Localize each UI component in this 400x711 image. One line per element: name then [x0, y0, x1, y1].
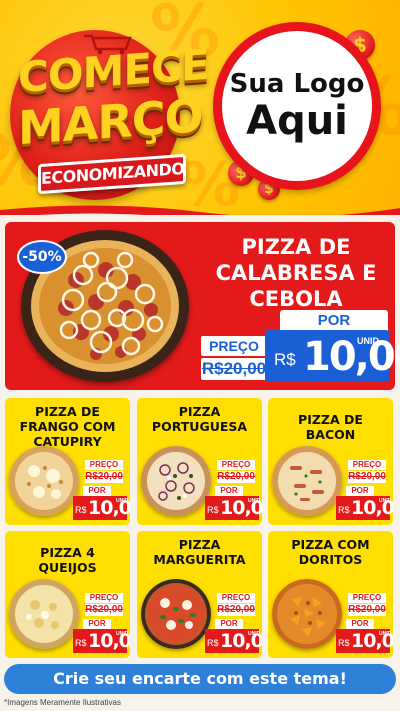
product-card[interactable]: PIZZA 4 QUEIJOS PREÇO R$20,00 POR R$ 10,… — [5, 531, 130, 658]
product-name: PIZZA DE BACON — [298, 412, 363, 442]
pizza-image — [141, 446, 211, 516]
featured-unit: UNID — [357, 336, 379, 346]
logo-text-line2: Aqui — [246, 98, 348, 144]
currency: R$ — [207, 505, 219, 515]
product-name: PIZZA PORTUGUESA — [151, 404, 248, 434]
por-label: POR — [83, 619, 111, 629]
product-card[interactable]: PIZZA COM DORITOS PREÇO R$20,00 POR R$ 1… — [268, 531, 393, 658]
preco-label: PREÇO — [217, 460, 255, 470]
price-box: R$ 10,00 UNID — [73, 496, 130, 520]
currency: R$ — [338, 638, 350, 648]
disclaimer-text: *Imagens Meramente Ilustrativas — [4, 698, 121, 707]
unit: UNID — [116, 631, 129, 637]
currency: R$ — [338, 505, 350, 515]
product-name: PIZZA DE FRANGO COM CATUPIRY — [19, 404, 116, 449]
old-price: R$20,00 — [85, 471, 123, 483]
preco-label: PREÇO — [85, 460, 123, 470]
featured-old-price: R$20,00 — [201, 358, 267, 380]
unit: UNID — [116, 498, 129, 504]
unit: UNID — [248, 498, 261, 504]
product-card[interactable]: PIZZA DE BACON PREÇO R$20,00 POR R$ 10,0… — [268, 398, 393, 525]
promo-header: % % % % COMECE MARÇO ECONOMIZANDO $ $ $ … — [0, 0, 400, 215]
pizza-image — [9, 579, 79, 649]
featured-price-box: R$ 10,00 UNID — [265, 330, 400, 382]
por-label: POR — [215, 486, 243, 496]
logo-text-line1: Sua Logo — [229, 69, 365, 99]
featured-product[interactable]: -50% PIZZA DE CALABRESA E CEBOLA POR PRE… — [5, 222, 400, 390]
old-price: R$20,00 — [217, 471, 255, 483]
featured-price: 10,00 — [303, 334, 400, 380]
featured-preco-label: PREÇO — [201, 336, 267, 356]
logo-placeholder[interactable]: Sua Logo Aqui — [213, 22, 381, 190]
product-card[interactable]: PIZZA PORTUGUESA PREÇO R$20,00 POR R$ 10… — [137, 398, 262, 525]
discount-badge: -50% — [17, 240, 67, 274]
old-price: R$20,00 — [85, 604, 123, 616]
campaign-badge: COMECE MARÇO ECONOMIZANDO — [10, 25, 209, 200]
price-box: R$ 10,00 UNID — [73, 629, 130, 653]
product-name: PIZZA MARGUERITA — [153, 537, 246, 567]
product-name: PIZZA 4 QUEIJOS — [38, 545, 97, 575]
por-label: POR — [346, 619, 374, 629]
old-price: R$20,00 — [348, 471, 386, 483]
unit: UNID — [379, 631, 392, 637]
por-label: POR — [83, 486, 111, 496]
price-box: R$ 10,00 UNID — [336, 629, 393, 653]
old-price: R$20,00 — [217, 604, 255, 616]
por-label: POR — [215, 619, 243, 629]
unit: UNID — [248, 631, 261, 637]
pizza-image — [272, 446, 342, 516]
preco-label: PREÇO — [217, 593, 255, 603]
preco-label: PREÇO — [348, 460, 386, 470]
featured-currency: R$ — [274, 350, 296, 369]
create-flyer-button[interactable]: Crie seu encarte com este tema! — [4, 664, 396, 694]
product-name: PIZZA COM DORITOS — [291, 537, 370, 567]
product-card[interactable]: PIZZA MARGUERITA PREÇO R$20,00 POR R$ 10… — [137, 531, 262, 658]
currency: R$ — [75, 638, 87, 648]
old-price: R$20,00 — [348, 604, 386, 616]
currency: R$ — [207, 638, 219, 648]
featured-title: PIZZA DE CALABRESA E CEBOLA — [215, 235, 377, 311]
currency: R$ — [75, 505, 87, 515]
pizza-image — [141, 579, 211, 649]
featured-por-label: POR — [280, 310, 388, 332]
preco-label: PREÇO — [348, 593, 386, 603]
pizza-image — [272, 579, 342, 649]
price-box: R$ 10,00 UNID — [205, 496, 262, 520]
preco-label: PREÇO — [85, 593, 123, 603]
unit: UNID — [379, 498, 392, 504]
pizza-image — [9, 446, 79, 516]
price-box: R$ 10,00 UNID — [336, 496, 393, 520]
por-label: POR — [346, 486, 374, 496]
header-wave-divider — [0, 205, 400, 215]
product-card[interactable]: PIZZA DE FRANGO COM CATUPIRY PREÇO R$20,… — [5, 398, 130, 525]
price-box: R$ 10,00 UNID — [205, 629, 262, 653]
